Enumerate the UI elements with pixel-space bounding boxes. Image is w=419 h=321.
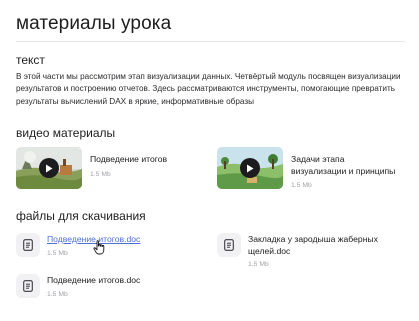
video-title[interactable]: Подведение итогов bbox=[90, 154, 167, 166]
video-section-heading: видео материалы bbox=[16, 126, 116, 140]
document-icon bbox=[16, 274, 40, 298]
video-item-visualization-tasks[interactable]: Задачи этапа визуализации и принципы 1.5… bbox=[217, 147, 401, 189]
file-item[interactable]: Подведение итогов.doc 1.5 Mb bbox=[16, 274, 140, 298]
file-size: 1.5 Mb bbox=[47, 290, 68, 298]
page-title: материалы урока bbox=[16, 13, 172, 34]
text-section-heading: текст bbox=[16, 53, 45, 67]
video-size: 1.5 Mb bbox=[291, 182, 312, 189]
file-link[interactable]: Подведение итогов.doc bbox=[47, 275, 140, 287]
file-size: 1.5 Mb bbox=[248, 261, 269, 268]
document-icon bbox=[217, 233, 241, 257]
file-item[interactable]: Подведение итогов.doc 1.5 Mb bbox=[16, 233, 140, 257]
files-section-heading: файлы для скачивания bbox=[16, 209, 146, 223]
video-size: 1.5 Mb bbox=[90, 170, 111, 178]
video-thumbnail[interactable] bbox=[217, 147, 283, 189]
play-icon[interactable] bbox=[240, 158, 260, 178]
file-item[interactable]: Закладка у зародыша жаберных щелей.doc 1… bbox=[217, 233, 378, 268]
video-item-summary[interactable]: Подведение итогов 1.5 Mb bbox=[16, 147, 167, 189]
document-icon bbox=[16, 233, 40, 257]
play-icon[interactable] bbox=[39, 158, 59, 178]
video-title[interactable]: Задачи этапа визуализации и принципы bbox=[291, 154, 401, 177]
lesson-text: В этой части мы рассмотрим этап визуализ… bbox=[16, 72, 401, 106]
hand-cursor-icon bbox=[93, 240, 105, 255]
file-link[interactable]: Закладка у зародыша жаберных щелей.doc bbox=[248, 234, 378, 257]
title-divider bbox=[16, 41, 405, 42]
video-thumbnail[interactable] bbox=[16, 147, 82, 189]
